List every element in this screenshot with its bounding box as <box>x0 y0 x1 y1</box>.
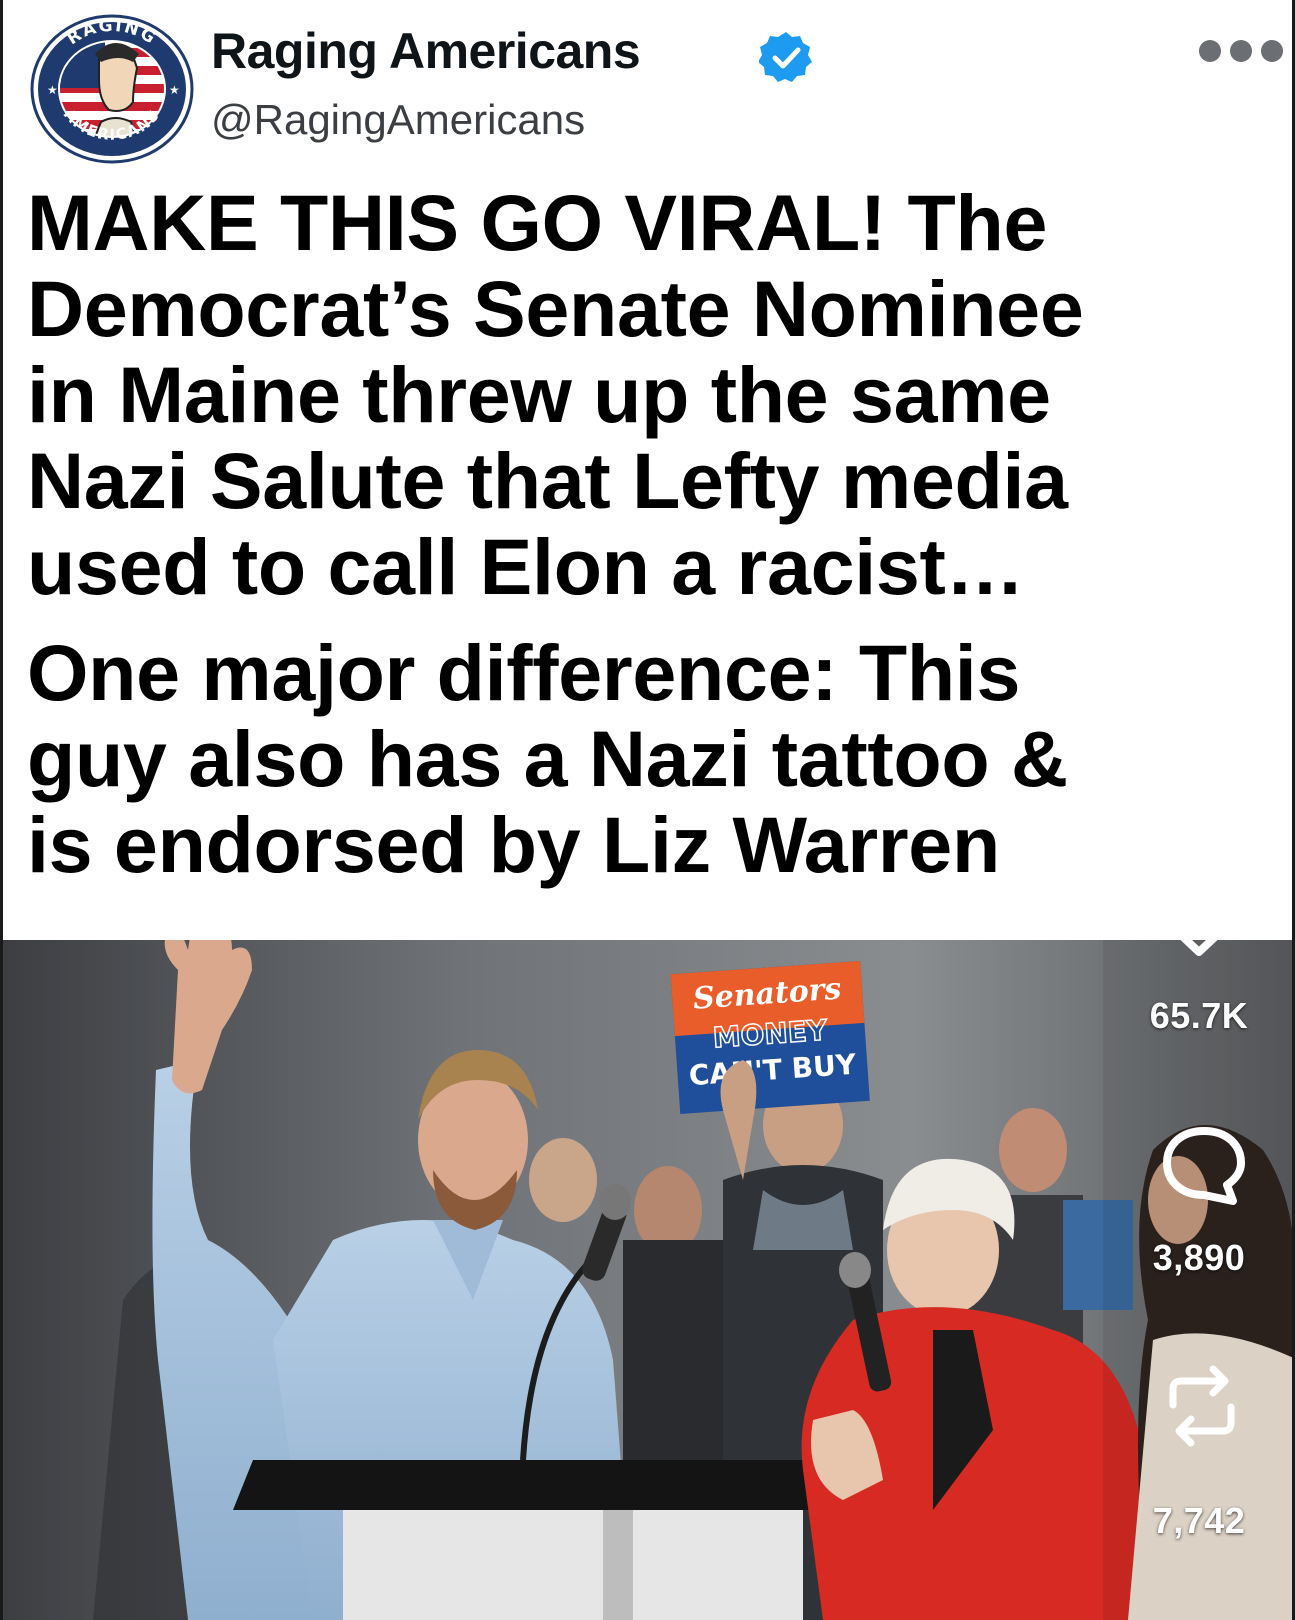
more-dot <box>1230 40 1252 62</box>
repost-count: 7,742 <box>1152 1500 1246 1541</box>
post-frame: RAGING AMERICANS ★ ★ Raging Americans @R… <box>0 0 1295 1620</box>
post-text: MAKE THIS GO VIRAL! The Democrat’s Senat… <box>27 180 1277 888</box>
avatar-logo: RAGING AMERICANS ★ ★ <box>30 14 194 164</box>
more-dot <box>1199 40 1221 62</box>
verified-badge-icon <box>759 30 813 84</box>
post-paragraph: One major difference: This guy also has … <box>27 628 1068 889</box>
account-avatar[interactable]: RAGING AMERICANS ★ ★ <box>29 14 195 164</box>
account-handle[interactable]: @RagingAmericans <box>211 96 585 144</box>
more-options-icon[interactable] <box>1199 36 1283 66</box>
heart-icon[interactable] <box>1151 874 1247 960</box>
comment-icon[interactable] <box>1161 1125 1247 1205</box>
post-paragraph: MAKE THIS GO VIRAL! The Democrat’s Senat… <box>27 178 1084 611</box>
comment-count: 3,890 <box>1152 1237 1246 1278</box>
repost-icon[interactable] <box>1161 1365 1243 1447</box>
svg-text:★: ★ <box>47 83 58 97</box>
like-count: 65.7K <box>1149 995 1249 1036</box>
svg-text:★: ★ <box>169 83 180 97</box>
account-display-name[interactable]: Raging Americans <box>211 22 641 80</box>
rally-photo: Senators MONEY CAN'T BUY <box>3 940 1292 1620</box>
post-header: RAGING AMERICANS ★ ★ Raging Americans @R… <box>3 0 1292 168</box>
post-photo[interactable]: Senators MONEY CAN'T BUY <box>3 940 1292 1620</box>
more-dot <box>1261 40 1283 62</box>
